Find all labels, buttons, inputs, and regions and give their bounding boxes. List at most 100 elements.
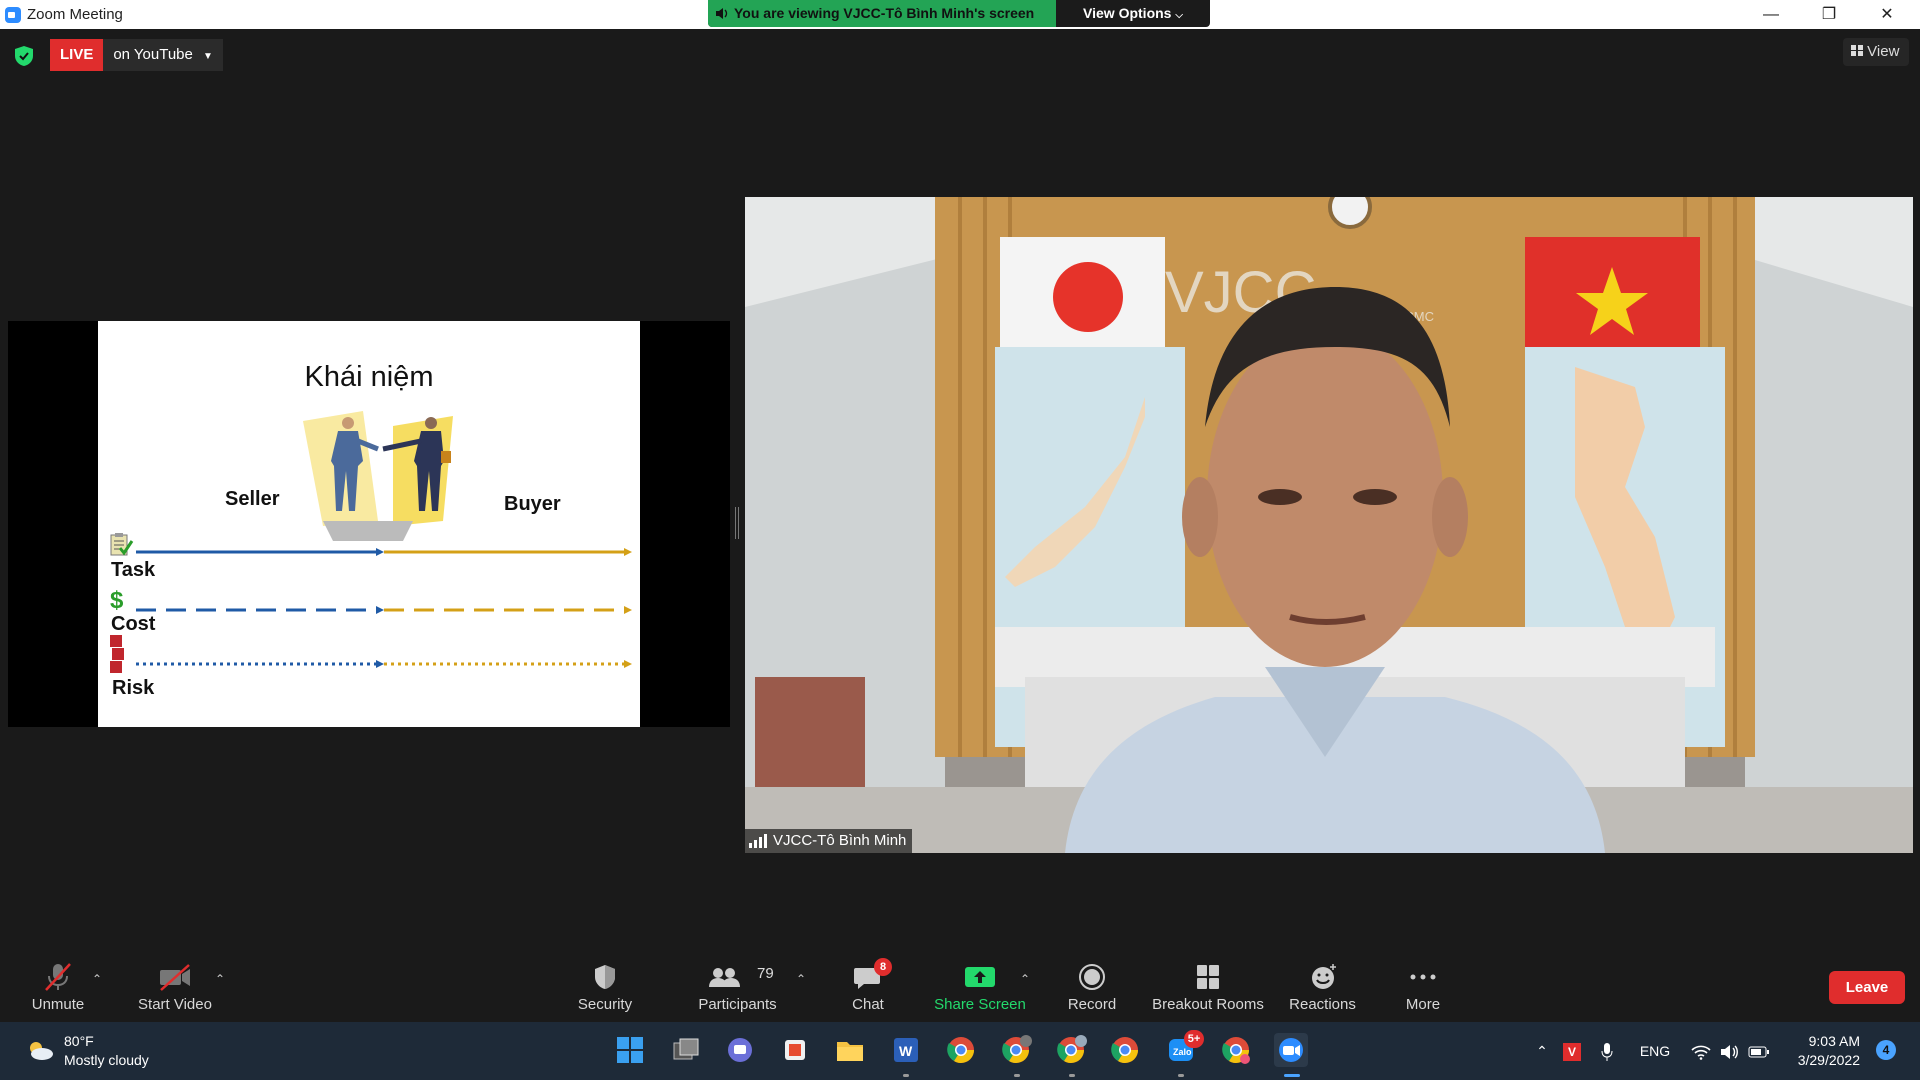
view-button[interactable]: View: [1843, 38, 1909, 66]
shared-screen: Khái niệm Seller Buyer Task $ Cost Risk: [8, 321, 730, 727]
show-hidden-icons-caret[interactable]: ⌃: [1530, 1022, 1554, 1080]
participants-count: 79: [757, 965, 774, 982]
dollar-icon: $: [110, 587, 124, 614]
close-button[interactable]: ✕: [1858, 0, 1916, 29]
word-icon[interactable]: W: [888, 1033, 922, 1067]
dropdown-arrow-icon: ▼: [203, 51, 213, 62]
video-scene: VJCC HCMC: [745, 197, 1913, 853]
risk-arrow: [136, 660, 632, 668]
reactions-button[interactable]: Reactions: [1280, 946, 1365, 1022]
svg-text:W: W: [899, 1043, 913, 1059]
viewing-status: You are viewing VJCC-Tô Bình Minh's scre…: [708, 0, 1056, 27]
clock-time: 9:03 AM: [1808, 1033, 1860, 1049]
live-destination-label: on YouTube: [113, 46, 193, 63]
grid-icon: [1851, 45, 1863, 56]
live-streaming-indicator[interactable]: LIVE on YouTube ▼: [50, 39, 223, 71]
leave-button[interactable]: Leave: [1829, 971, 1905, 1004]
cost-arrow: [136, 606, 632, 614]
windows-start-icon[interactable]: [613, 1033, 647, 1067]
chat-unread-badge: 8: [874, 958, 892, 976]
risk-label: Risk: [112, 677, 155, 699]
security-button[interactable]: Security: [565, 946, 645, 1022]
task-view-icon[interactable]: [669, 1033, 703, 1067]
security-shield-icon: [595, 965, 615, 989]
speaker-icon: [716, 8, 728, 19]
security-label: Security: [577, 996, 633, 1013]
chrome-icon[interactable]: [944, 1033, 978, 1067]
participants-button[interactable]: 79 Participants: [690, 946, 785, 1022]
active-indicator: [1284, 1074, 1300, 1077]
chrome-icon[interactable]: [1219, 1033, 1253, 1067]
file-explorer-icon[interactable]: [833, 1033, 867, 1067]
share-screen-icon: [965, 967, 995, 987]
audio-options-caret[interactable]: ⌃: [92, 972, 102, 986]
participant-video[interactable]: VJCC HCMC VJCC-Tô Bình Minh: [745, 197, 1913, 853]
chrome-profile-icon[interactable]: [999, 1033, 1033, 1067]
wifi-icon[interactable]: [1688, 1022, 1714, 1080]
vivaldi-tray-icon[interactable]: V: [1560, 1022, 1584, 1080]
clipboard-icon: [110, 533, 134, 556]
chrome-icon[interactable]: [1108, 1033, 1142, 1067]
share-options-caret[interactable]: ⌃: [1020, 972, 1030, 986]
participants-icon: [708, 968, 740, 987]
record-icon: [1079, 964, 1105, 990]
video-off-icon: [160, 964, 190, 991]
running-indicator: [1178, 1074, 1184, 1077]
unmute-button[interactable]: Unmute: [18, 946, 98, 1022]
breakout-rooms-icon: [1197, 965, 1219, 989]
live-destination: on YouTube ▼: [103, 39, 223, 71]
notification-badge[interactable]: 4: [1876, 1040, 1896, 1060]
running-indicator: [1014, 1074, 1020, 1077]
breakout-rooms-label: Breakout Rooms: [1152, 996, 1264, 1013]
running-indicator: [1069, 1074, 1075, 1077]
language-indicator[interactable]: ENG: [1632, 1022, 1678, 1080]
task-arrow: [136, 548, 632, 556]
microphone-tray-icon[interactable]: [1595, 1022, 1619, 1080]
zalo-badge: 5+: [1184, 1030, 1204, 1048]
system-clock[interactable]: 9:03 AM 3/29/2022: [1776, 1032, 1860, 1070]
meeting-toolbar: Unmute ⌃ Start Video ⌃ Security 79 Parti…: [0, 946, 1920, 1022]
title-bar: Zoom Meeting You are viewing VJCC-Tô Bìn…: [0, 0, 1920, 29]
resize-handle[interactable]: [735, 507, 739, 539]
record-label: Record: [1067, 996, 1117, 1013]
start-video-button[interactable]: Start Video: [130, 946, 220, 1022]
unmute-label: Unmute: [31, 996, 85, 1013]
slide-title: Khái niệm: [304, 361, 434, 393]
chat-button[interactable]: 8 Chat: [838, 946, 898, 1022]
video-options-caret[interactable]: ⌃: [215, 972, 225, 986]
breakout-rooms-button[interactable]: Breakout Rooms: [1148, 946, 1268, 1022]
reactions-smiley-icon: [1311, 964, 1336, 989]
view-options-label: View Options: [1083, 5, 1172, 21]
restore-button[interactable]: ❐: [1800, 0, 1858, 29]
record-button[interactable]: Record: [1052, 946, 1132, 1022]
chrome-profile-icon[interactable]: [1054, 1033, 1088, 1067]
task-label: Task: [111, 559, 156, 581]
windows-taskbar: 80°F Mostly cloudy W Zalo 5+ ⌃ V ENG 9:0…: [0, 1022, 1920, 1080]
viewing-banner: You are viewing VJCC-Tô Bình Minh's scre…: [708, 0, 1210, 27]
cost-label: Cost: [111, 613, 156, 635]
participants-options-caret[interactable]: ⌃: [796, 972, 806, 986]
zoom-taskbar-icon[interactable]: [1274, 1033, 1308, 1067]
battery-icon[interactable]: [1746, 1022, 1772, 1080]
zalo-icon[interactable]: Zalo 5+: [1164, 1030, 1204, 1067]
office-icon[interactable]: [778, 1033, 812, 1067]
weather-widget[interactable]: 80°F Mostly cloudy: [26, 1032, 149, 1070]
minimize-button[interactable]: —: [1742, 0, 1800, 29]
share-screen-label: Share Screen: [934, 996, 1026, 1013]
signal-strength-icon: [749, 834, 767, 848]
teams-chat-icon[interactable]: [723, 1033, 757, 1067]
participant-name: VJCC-Tô Bình Minh: [773, 832, 907, 849]
view-options-button[interactable]: View Options ⌵: [1056, 0, 1210, 27]
share-screen-button[interactable]: Share Screen: [930, 946, 1030, 1022]
shield-check-icon[interactable]: [15, 46, 33, 66]
weather-desc: Mostly cloudy: [64, 1052, 149, 1068]
weather-temp: 80°F: [64, 1033, 94, 1049]
reactions-label: Reactions: [1289, 996, 1356, 1013]
view-label: View: [1867, 43, 1900, 60]
window-title: Zoom Meeting: [27, 6, 123, 23]
volume-icon[interactable]: [1716, 1022, 1742, 1080]
svg-text:Zalo: Zalo: [1173, 1047, 1192, 1057]
more-button[interactable]: More: [1383, 946, 1463, 1022]
muted-microphone-icon: [45, 963, 71, 991]
start-video-label: Start Video: [138, 996, 212, 1013]
